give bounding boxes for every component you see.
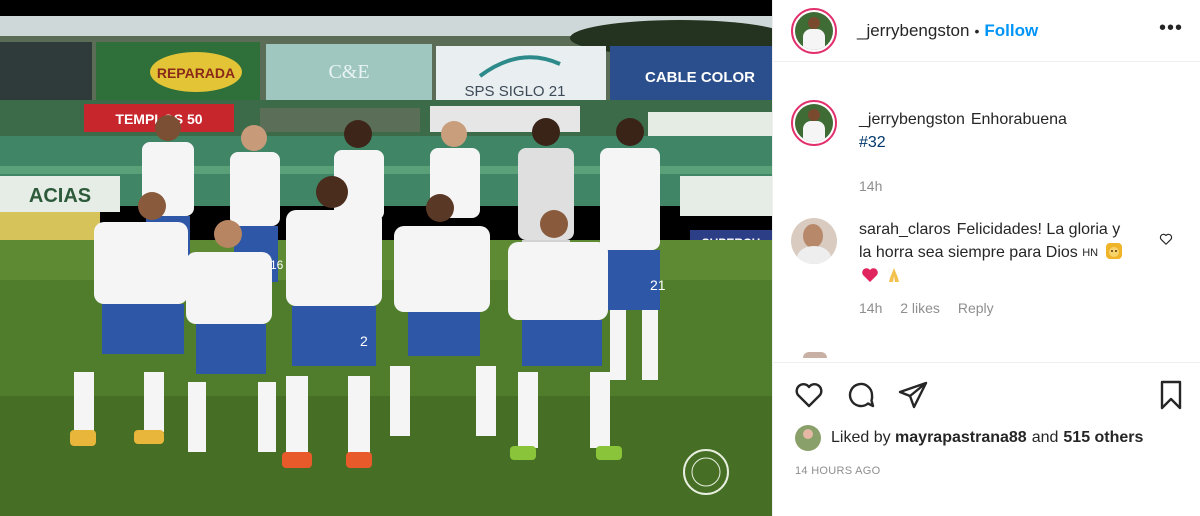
post-side-panel: _jerrybengston • Follow ••• _jerrybengst… [772,0,1200,516]
post-photo[interactable]: REPARADA C&E SPS SIGLO 21 CABLE COLOR TE… [0,16,772,516]
billboard-text: ACIAS [29,185,91,207]
more-options-icon[interactable]: ••• [1159,18,1183,38]
billboard-text: SPS SIGLO 21 [465,83,566,100]
comment-username[interactable]: sarah_claros [859,221,951,238]
liked-by-connector: and [1031,429,1059,446]
post-actions-section: Liked by mayrapastrana88 and 515 others … [773,362,1200,516]
billboard-text: REPARADA [157,65,235,81]
post-photo-container: REPARADA C&E SPS SIGLO 21 CABLE COLOR TE… [0,0,772,516]
caption-time[interactable]: 14h [859,178,882,194]
caption-author-avatar[interactable] [791,100,837,146]
post-header: _jerrybengston • Follow ••• [773,0,1200,62]
photo-letterbox-bar [0,0,772,16]
paper-plane-icon[interactable] [897,379,929,411]
heart-icon[interactable] [793,379,825,411]
caption-item: _jerrybengston Enhorabuena #32 14h [791,100,1129,194]
billboard-text: C&E [328,61,369,83]
caption-username[interactable]: _jerrybengston [859,111,965,128]
honduras-flag-icon: HN [1082,247,1099,259]
author-avatar[interactable] [791,7,837,54]
comment-icon[interactable] [845,379,877,411]
comment-likes[interactable]: 2 likes [900,300,940,316]
team-photo-illustration: REPARADA C&E SPS SIGLO 21 CABLE COLOR TE… [0,16,772,516]
header-separator: • [974,22,980,39]
billboard-text: CABLE COLOR [645,69,755,86]
comments-list[interactable]: _jerrybengston Enhorabuena #32 14h sarah_… [773,62,1200,362]
commenter-avatar[interactable] [791,218,837,264]
caption-text: Enhorabuena [970,111,1067,128]
jersey-number: 2 [360,333,368,349]
post-timestamp[interactable]: 14 HOURS AGO [795,465,881,477]
liked-by-row: Liked by mayrapastrana88 and 515 others [795,425,1143,451]
follow-button[interactable]: Follow [984,21,1038,41]
next-comment-avatar [803,352,827,358]
comment-item: sarah_claros Felicidades! La gloria y la … [791,218,1129,316]
author-username[interactable]: _jerrybengston [857,21,969,41]
reply-button[interactable]: Reply [958,300,994,316]
red-heart-emoji-icon [862,268,878,282]
comment-time[interactable]: 14h [859,300,882,316]
liked-by-others[interactable]: 515 others [1063,429,1143,447]
liker-avatar[interactable] [795,425,821,451]
caption-hashtag[interactable]: #32 [859,134,886,151]
liked-by-user[interactable]: mayrapastrana88 [895,429,1027,447]
praying-hands-emoji-icon [889,268,900,282]
jersey-number: 21 [650,277,666,293]
bookmark-icon[interactable] [1155,379,1187,411]
comment-like-heart-icon[interactable] [1159,232,1173,246]
jersey-number: 16 [270,258,284,272]
lion-emoji-icon [1105,243,1122,259]
liked-by-prefix: Liked by [831,429,891,446]
